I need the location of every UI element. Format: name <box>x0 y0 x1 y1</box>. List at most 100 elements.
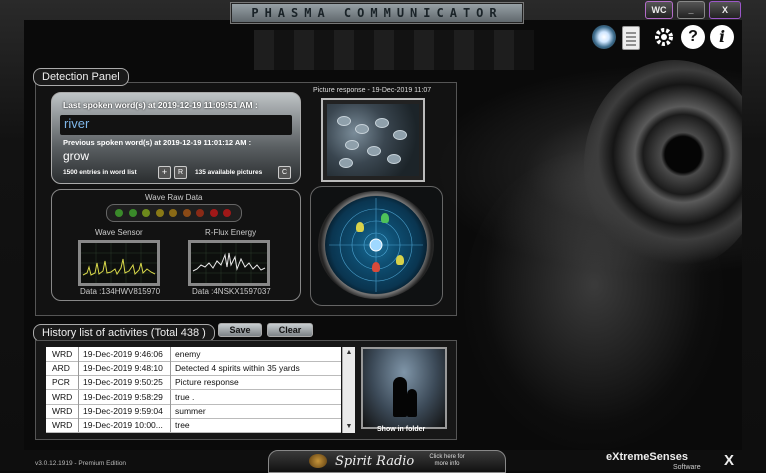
clear-button[interactable]: Clear <box>267 323 313 337</box>
spirit-marker-icon <box>372 262 380 272</box>
row-time: 19-Dec-2019 10:00... <box>83 420 163 430</box>
column-divider <box>78 347 79 361</box>
spirit-marker-icon <box>356 222 364 232</box>
coin-shape <box>345 140 359 150</box>
row-time: 19-Dec-2019 9:46:06 <box>83 349 163 359</box>
settings-icon[interactable] <box>652 25 676 49</box>
column-divider <box>78 389 79 404</box>
wave-sensor-label: Wave Sensor <box>95 228 143 237</box>
wave-led <box>155 209 164 217</box>
picture-response-label: Picture response - 19-Dec-2019 11:07 <box>313 87 432 94</box>
row-type: WRD <box>52 391 73 402</box>
pictures-c-button[interactable]: C <box>278 166 291 179</box>
table-row[interactable]: ARD 19-Dec-2019 9:48:10 Detected 4 spirits… <box>46 361 341 377</box>
row-time: 19-Dec-2019 9:58:29 <box>83 391 163 402</box>
reset-words-button[interactable]: R <box>174 166 187 179</box>
app-window: PHASMA COMMUNICATOR WC _ X ? i Detection… <box>0 0 766 473</box>
app-title-text: PHASMA COMMUNICATOR <box>251 6 503 20</box>
save-button[interactable]: Save <box>218 323 262 337</box>
wave-led <box>169 209 177 217</box>
column-divider <box>78 403 79 418</box>
wave-led <box>142 209 150 217</box>
table-row[interactable]: WRD 19-Dec-2019 9:46:06 enemy <box>46 347 341 362</box>
entries-count: 1500 entries in word list <box>63 169 137 176</box>
last-spoken-label: Last spoken word(s) at 2019-12-19 11:09:… <box>63 100 258 110</box>
add-word-button[interactable]: + <box>158 166 171 179</box>
column-divider <box>78 375 79 390</box>
wave-sensor-scope <box>78 240 160 286</box>
wave-led <box>209 209 218 217</box>
background-texture <box>254 30 534 70</box>
coin-shape <box>337 116 351 126</box>
history-picture-thumbnail[interactable] <box>361 347 447 429</box>
column-divider <box>170 418 171 432</box>
gear-spin-icon[interactable] <box>592 25 616 49</box>
figure-silhouette <box>393 377 407 417</box>
row-time: 19-Dec-2019 9:48:10 <box>83 363 163 374</box>
wave-led-bar <box>106 204 242 222</box>
brand-sub: Software <box>673 464 701 471</box>
spirit-radio-name: Spirit Radio <box>335 454 415 469</box>
coin-shape <box>355 124 369 134</box>
spirit-radio-banner[interactable]: Spirit Radio Click here for more info <box>268 450 506 473</box>
history-scrollbar[interactable]: ▲ ▼ <box>342 347 355 433</box>
wave-sensor-data: Data :134HWV815970 <box>80 287 161 296</box>
last-word-field <box>60 115 292 135</box>
row-type: WRD <box>52 349 73 359</box>
row-text: Detected 4 spirits within 35 yards <box>175 363 300 374</box>
history-table[interactable]: WRD 19-Dec-2019 9:46:06 enemy ARD 19-Dec-201… <box>46 347 341 433</box>
brand-logo-icon: X <box>723 452 734 469</box>
row-type: WRD <box>52 420 73 430</box>
scroll-down-icon[interactable]: ▼ <box>343 421 355 433</box>
table-row[interactable]: WRD 19-Dec-2019 9:59:04 summer <box>46 403 341 419</box>
previous-spoken-label: Previous spoken word(s) at 2019-12-19 11… <box>63 138 252 147</box>
wave-led <box>128 209 137 217</box>
wave-led <box>223 209 231 217</box>
rflux-label: R-Flux Energy <box>205 228 257 237</box>
coin-shape <box>393 130 407 140</box>
minimize-button[interactable]: _ <box>677 1 705 19</box>
row-time: 19-Dec-2019 9:50:25 <box>83 377 163 388</box>
coin-shape <box>339 158 353 168</box>
wc-button[interactable]: WC <box>645 1 673 19</box>
wave-raw-title: Wave Raw Data <box>145 193 203 202</box>
column-divider <box>170 361 171 376</box>
row-text: enemy <box>175 349 201 359</box>
row-type: PCR <box>52 377 70 388</box>
wave-led <box>115 209 123 217</box>
spoken-words-box: Last spoken word(s) at 2019-12-19 11:09:… <box>51 92 301 184</box>
scroll-up-icon[interactable]: ▲ <box>343 347 355 359</box>
available-pictures: 135 available pictures <box>195 169 263 176</box>
spirit-marker-icon <box>396 255 404 265</box>
table-row[interactable]: WRD 19-Dec-2019 9:58:29 true . <box>46 389 341 405</box>
picture-coins-image <box>327 104 419 176</box>
version-label: v3.0.12.1919 - Premium Edition <box>35 460 127 467</box>
column-divider <box>78 361 79 376</box>
wave-led <box>182 209 191 217</box>
app-title: PHASMA COMMUNICATOR <box>230 2 524 24</box>
row-text: true . <box>175 391 195 402</box>
spirit-radio-click[interactable]: Click here for more info <box>429 454 465 468</box>
row-type: ARD <box>52 363 70 374</box>
picture-response-image[interactable] <box>321 98 425 182</box>
help-icon[interactable]: ? <box>681 25 705 49</box>
table-row[interactable]: WRD 19-Dec-2019 10:00... tree <box>46 418 341 433</box>
show-in-folder-button[interactable]: Show in folder <box>377 426 425 433</box>
notepad-icon[interactable] <box>622 26 640 50</box>
coin-shape <box>387 154 401 164</box>
row-text: summer <box>175 405 206 416</box>
column-divider <box>170 389 171 404</box>
spirit-radar <box>325 196 427 294</box>
column-divider <box>170 403 171 418</box>
previous-word: grow <box>63 149 90 163</box>
info-icon[interactable]: i <box>710 25 734 49</box>
table-row[interactable]: PCR 19-Dec-2019 9:50:25 Picture response <box>46 375 341 391</box>
close-button[interactable]: X <box>709 1 741 19</box>
column-divider <box>78 418 79 432</box>
column-divider <box>170 375 171 390</box>
rflux-data: Data :4NSKX1597037 <box>192 287 271 296</box>
coin-shape <box>367 146 381 156</box>
brand-name: eXtremeSenses <box>606 451 688 463</box>
figure-silhouette <box>407 389 417 417</box>
detection-panel-label: Detection Panel <box>33 68 129 86</box>
